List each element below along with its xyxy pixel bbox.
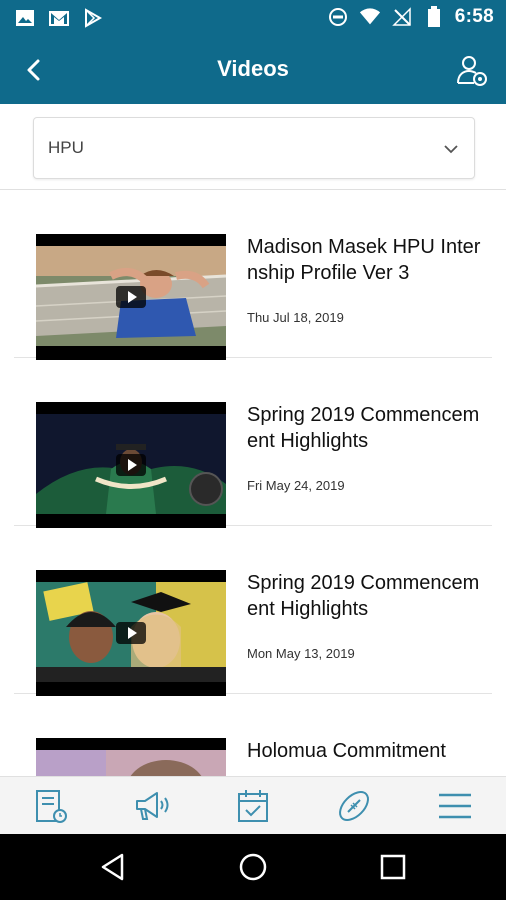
nav-home-icon (239, 853, 267, 881)
chevron-down-icon (444, 145, 458, 154)
status-time: 6:58 (454, 6, 494, 27)
video-list-item[interactable]: Madison Masek HPU Internship Profile Ver… (14, 190, 492, 360)
school-filter-dropdown[interactable]: HPU (33, 117, 475, 179)
video-thumbnail[interactable] (36, 570, 226, 696)
no-signal-icon (391, 6, 413, 28)
holomua-scene-image (36, 750, 226, 776)
nav-back-button[interactable] (96, 850, 130, 884)
megaphone-icon (135, 791, 169, 820)
profile-settings-button[interactable] (452, 50, 492, 90)
gmail-icon (48, 7, 70, 29)
dropdown-selected-value: HPU (48, 138, 84, 157)
system-nav-bar (0, 834, 506, 900)
video-date: Fri May 24, 2019 (247, 478, 345, 493)
app-bar: Videos (0, 36, 506, 104)
wifi-icon (359, 6, 381, 28)
tab-athletics[interactable] (304, 777, 405, 834)
nav-home-button[interactable] (236, 850, 270, 884)
football-icon (339, 790, 370, 821)
tab-menu[interactable] (405, 777, 506, 834)
video-title: Holomua Commitment (247, 740, 446, 762)
video-list-item[interactable]: Spring 2019 Commencement Highlights Mon … (14, 526, 492, 696)
play-store-icon (82, 7, 104, 29)
page-title: Videos (217, 56, 289, 81)
status-bar: 6:58 (0, 0, 506, 36)
video-date: Thu Jul 18, 2019 (247, 310, 344, 325)
play-icon (116, 622, 146, 644)
nav-recents-icon (380, 854, 406, 880)
battery-icon (423, 6, 445, 28)
calendar-icon (238, 789, 268, 822)
tab-announcements[interactable] (101, 777, 202, 834)
menu-icon (439, 793, 472, 818)
video-thumbnail[interactable] (36, 738, 226, 776)
video-title: Spring 2019 Commencement Highlights (247, 404, 480, 452)
bottom-tab-bar (0, 776, 506, 834)
video-date: Mon May 13, 2019 (247, 646, 355, 661)
image-icon (14, 7, 36, 29)
video-thumbnail[interactable] (36, 402, 226, 528)
play-icon (116, 286, 146, 308)
news-icon (35, 789, 67, 823)
nav-recents-button[interactable] (376, 850, 410, 884)
tab-calendar[interactable] (202, 777, 303, 834)
video-title: Madison Masek HPU Internship Profile Ver… (247, 236, 481, 284)
do-not-disturb-icon (327, 6, 349, 28)
filter-area: HPU (0, 104, 506, 190)
nav-back-icon (101, 853, 124, 881)
video-title: Spring 2019 Commencement Highlights (247, 572, 480, 620)
video-thumbnail[interactable] (36, 234, 226, 360)
play-icon (116, 454, 146, 476)
tab-news[interactable] (0, 777, 101, 834)
video-list-item[interactable]: Holomua Commitment (14, 694, 492, 776)
video-list: Madison Masek HPU Internship Profile Ver… (0, 190, 506, 776)
video-list-item[interactable]: Spring 2019 Commencement Highlights Fri … (14, 358, 492, 528)
user-settings-icon (457, 56, 487, 86)
